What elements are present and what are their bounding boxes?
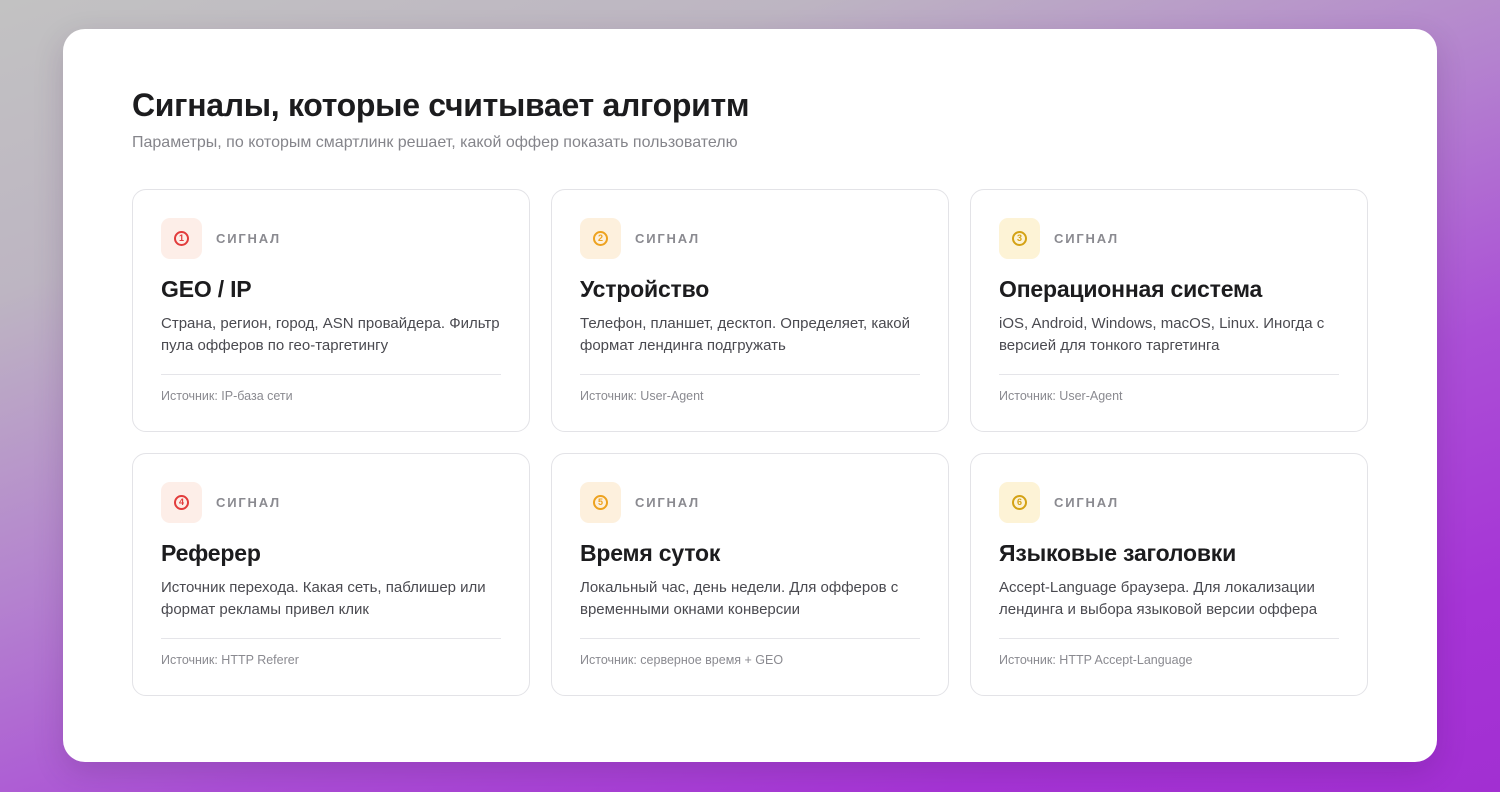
card-header: 6 Сигнал — [999, 481, 1339, 523]
signal-card-referer: 4 Сигнал Реферер Источник перехода. Кака… — [132, 453, 530, 696]
card-description: Телефон, планшет, десктоп. Определяет, к… — [580, 315, 910, 354]
number-badge: 2 — [580, 217, 621, 259]
number-2-circle-icon: 2 — [593, 230, 608, 246]
card-header: 4 Сигнал — [161, 481, 501, 523]
card-title: Реферер — [161, 540, 261, 566]
card-source: Источник: HTTP Referer — [161, 653, 299, 667]
signal-card-time-of-day: 5 Сигнал Время суток Локальный час, день… — [551, 453, 949, 696]
signal-card-geo-ip: 1 Сигнал GEO / IP Страна, регион, город,… — [132, 189, 530, 432]
signal-card-os: 3 Сигнал Операционная система iOS, Andro… — [970, 189, 1368, 432]
number-badge: 5 — [580, 481, 621, 523]
card-header: 5 Сигнал — [580, 481, 920, 523]
page-subtitle: Параметры, по которым смартлинк решает, … — [132, 134, 738, 151]
signal-label: Сигнал — [1054, 230, 1119, 246]
card-source: Источник: User-Agent — [999, 389, 1123, 403]
card-divider — [161, 638, 501, 639]
signal-label: Сигнал — [1054, 494, 1119, 510]
number-5-circle-icon: 5 — [593, 494, 608, 510]
card-header: 3 Сигнал — [999, 217, 1339, 259]
card-divider — [999, 374, 1339, 375]
card-description: Страна, регион, город, ASN провайдера. Ф… — [161, 315, 500, 354]
signals-grid: 1 Сигнал GEO / IP Страна, регион, город,… — [132, 189, 1368, 696]
card-divider — [999, 638, 1339, 639]
card-title: Время суток — [580, 540, 721, 566]
card-divider — [161, 374, 501, 375]
number-3-circle-icon: 3 — [1012, 230, 1027, 246]
card-source: Источник: IP-база сети — [161, 389, 293, 403]
signal-label: Сигнал — [216, 494, 281, 510]
signals-panel: Сигналы, которые считывает алгоритм Пара… — [63, 29, 1437, 762]
card-description: Источник перехода. Какая сеть, паблишер … — [161, 579, 486, 618]
card-divider — [580, 638, 920, 639]
card-description: Accept-Language браузера. Для локализаци… — [999, 579, 1318, 618]
card-divider — [580, 374, 920, 375]
card-header: 1 Сигнал — [161, 217, 501, 259]
card-title: GEO / IP — [161, 276, 252, 302]
card-title: Устройство — [580, 276, 710, 302]
signal-label: Сигнал — [216, 230, 281, 246]
page-title: Сигналы, которые считывает алгоритм — [132, 87, 750, 123]
number-6-circle-icon: 6 — [1012, 494, 1027, 510]
signal-label: Сигнал — [635, 494, 700, 510]
number-1-circle-icon: 1 — [174, 230, 189, 246]
number-4-circle-icon: 4 — [174, 494, 189, 510]
number-badge: 3 — [999, 217, 1040, 259]
card-title: Языковые заголовки — [999, 540, 1237, 566]
card-source: Источник: серверное время + GEO — [580, 653, 784, 667]
number-badge: 6 — [999, 481, 1040, 523]
card-title: Операционная система — [999, 276, 1263, 302]
signal-label: Сигнал — [635, 230, 700, 246]
card-source: Источник: HTTP Accept-Language — [999, 653, 1193, 667]
signal-card-language-headers: 6 Сигнал Языковые заголовки Accept-Langu… — [970, 453, 1368, 696]
card-description: iOS, Android, Windows, macOS, Linux. Ино… — [999, 315, 1325, 354]
card-description: Локальный час, день недели. Для офферов … — [580, 579, 899, 618]
card-header: 2 Сигнал — [580, 217, 920, 259]
number-badge: 1 — [161, 217, 202, 259]
number-badge: 4 — [161, 481, 202, 523]
signal-card-device: 2 Сигнал Устройство Телефон, планшет, де… — [551, 189, 949, 432]
card-source: Источник: User-Agent — [580, 389, 704, 403]
